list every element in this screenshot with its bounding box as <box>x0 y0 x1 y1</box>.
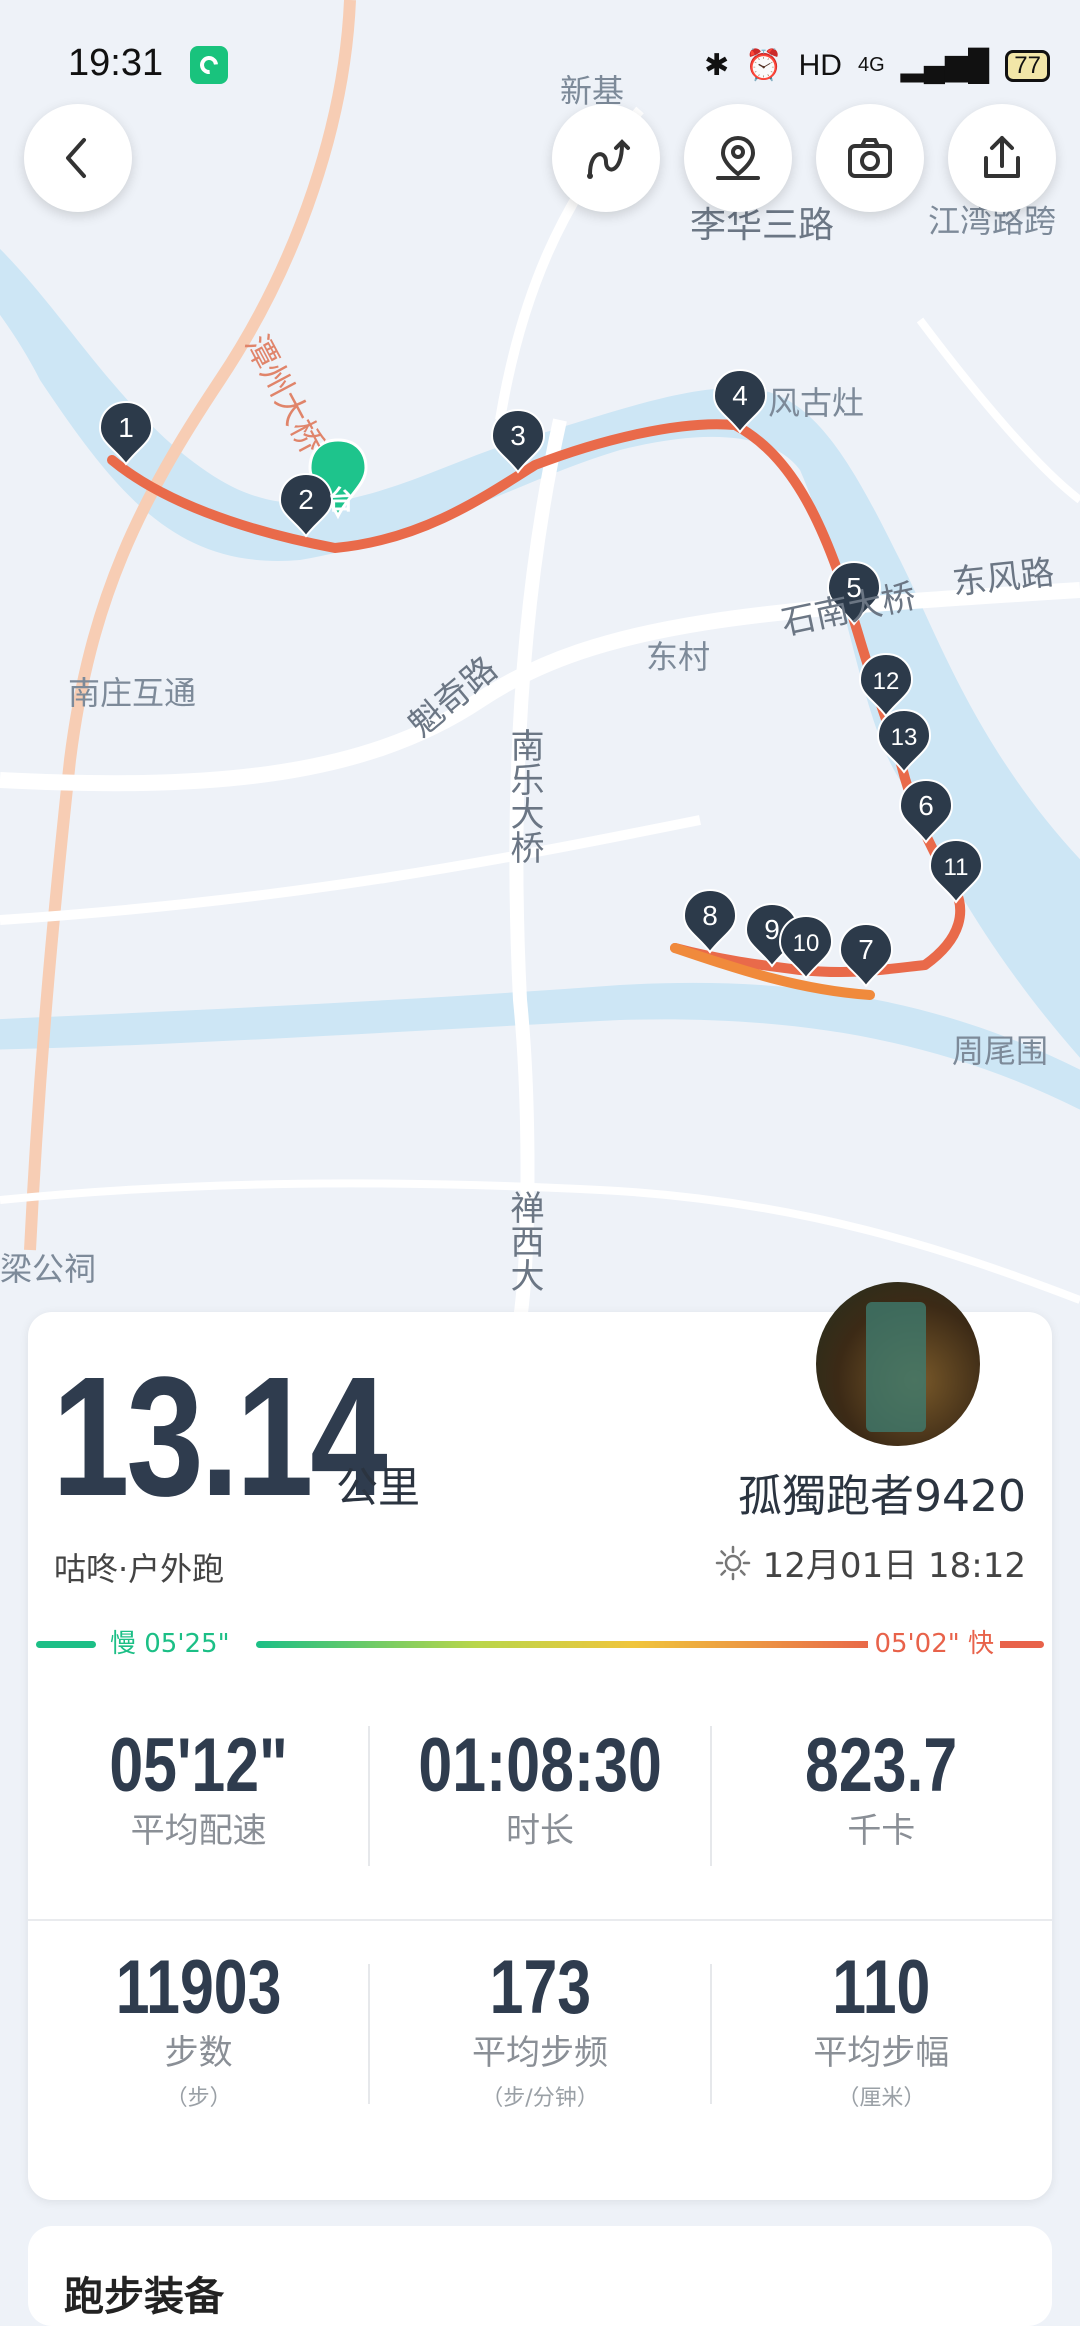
start-label: 台 <box>328 486 355 516</box>
km-marker-label: 7 <box>858 934 874 965</box>
stat-value: 110 <box>832 1945 931 2030</box>
map-label: 周尾围 <box>952 1032 1049 1070</box>
back-icon <box>66 138 86 178</box>
map-label: 禅西大 <box>504 1190 544 1292</box>
km-marker-label: 6 <box>918 790 934 821</box>
status-icons: ✱ ⏰ HD 4G ▂▄▆█ 77 <box>704 48 1050 83</box>
km-marker-label: 8 <box>702 900 718 931</box>
camera-button[interactable] <box>816 104 924 212</box>
stat-label: 平均配速 <box>130 1811 267 1851</box>
divider <box>368 1964 370 2104</box>
route-replay-icon <box>587 139 630 179</box>
status-bar: 19:31 ✱ ⏰ HD 4G ▂▄▆█ 77 <box>0 0 1080 130</box>
stats-row-2: 11903 步数 （步） 173 平均步频 （步/分钟） 110 平均步幅 （厘… <box>28 1944 1052 2112</box>
pace-line-slow <box>36 1641 96 1648</box>
km-marker-label: 4 <box>732 380 748 411</box>
stat-label: 步数 <box>164 2033 233 2073</box>
stat-label: 平均步频 <box>471 2033 608 2073</box>
stat-duration: 01:08:30 时长 <box>369 1722 710 1852</box>
signal-bars-icon: ▂▄▆█ <box>900 49 990 82</box>
camera-icon <box>848 138 892 178</box>
back-button[interactable] <box>24 104 132 212</box>
stats-row-1: 05'12" 平均配速 01:08:30 时长 823.7 千卡 <box>28 1722 1052 1852</box>
divider <box>710 1726 712 1866</box>
km-marker-label: 1 <box>118 412 134 443</box>
km-marker-label: 2 <box>298 484 314 515</box>
stat-unit: （步/分钟） <box>481 2086 599 2111</box>
stat-steps: 11903 步数 （步） <box>28 1944 369 2112</box>
pace-slow-label: 慢 05'25" <box>104 1624 236 1664</box>
pace-bar: 慢 05'25" 05'02" 快 <box>36 1624 1044 1664</box>
gear-card[interactable]: 跑步装备 <box>28 2226 1052 2326</box>
status-time: 19:31 <box>68 42 164 84</box>
stat-cadence: 173 平均步频 （步/分钟） <box>369 1944 710 2112</box>
datetime-text: 12月01日 18:12 <box>762 1546 1026 1586</box>
divider <box>368 1726 370 1866</box>
map-label: 东村 <box>646 638 711 676</box>
distance-unit: 公里 <box>336 1463 421 1512</box>
stat-value: 01:08:30 <box>418 1723 662 1808</box>
gear-card-title: 跑步装备 <box>64 2274 224 2320</box>
run-datetime: 12月01日 18:12 <box>715 1538 1026 1587</box>
stat-unit: （步） <box>165 2086 232 2111</box>
map-label: 南庄互通 <box>68 674 197 712</box>
location-icon <box>716 135 760 180</box>
stat-value: 11903 <box>115 1945 282 2030</box>
stat-unit: （厘米） <box>837 2086 926 2111</box>
app-notification-icon <box>190 46 228 84</box>
pace-gradient <box>256 1641 886 1648</box>
map-label: 南乐大桥 <box>504 728 544 864</box>
share-icon <box>984 136 1020 178</box>
avatar[interactable] <box>816 1282 980 1446</box>
distance-value: 13.14 <box>52 1342 388 1532</box>
stat-avg-pace: 05'12" 平均配速 <box>28 1722 369 1852</box>
divider <box>28 1919 1052 1921</box>
stat-stride: 110 平均步幅 （厘米） <box>711 1944 1052 2112</box>
battery-indicator: 77 <box>1005 49 1050 82</box>
km-marker-label: 10 <box>793 930 820 957</box>
map-label: 风古灶 <box>768 384 865 422</box>
activity-type: 咕咚·户外跑 <box>54 1550 225 1588</box>
stat-value: 05'12" <box>109 1723 288 1808</box>
km-marker-label: 9 <box>764 914 780 945</box>
stat-label: 平均步幅 <box>813 2033 950 2073</box>
username[interactable]: 孤獨跑者9420 <box>738 1460 1026 1524</box>
network-label: HD <box>798 48 842 82</box>
stat-value: 823.7 <box>805 1723 958 1808</box>
location-button[interactable] <box>684 104 792 212</box>
km-marker-label: 13 <box>891 724 918 751</box>
signal-label: 4G <box>857 54 885 76</box>
alarm-icon: ⏰ <box>745 49 783 82</box>
share-button[interactable] <box>948 104 1056 212</box>
km-marker-label: 3 <box>510 420 526 451</box>
km-marker-label: 12 <box>873 668 900 695</box>
bluetooth-icon: ✱ <box>704 49 730 82</box>
map-label: 梁公祠 <box>0 1250 97 1288</box>
km-marker-label: 11 <box>944 854 969 881</box>
stat-label: 时长 <box>505 1811 574 1851</box>
stat-label: 千卡 <box>847 1811 916 1851</box>
run-summary-card: 13.14 公里 孤獨跑者9420 咕咚·户外跑 12月01日 18:12 慢 … <box>28 1282 1052 2200</box>
stat-value: 173 <box>489 1945 591 2030</box>
sun-icon <box>715 1545 750 1580</box>
divider <box>710 1964 712 2104</box>
stat-calories: 823.7 千卡 <box>711 1722 1052 1852</box>
pace-fast-label: 05'02" 快 <box>868 1624 1000 1664</box>
route-replay-button[interactable] <box>552 104 660 212</box>
